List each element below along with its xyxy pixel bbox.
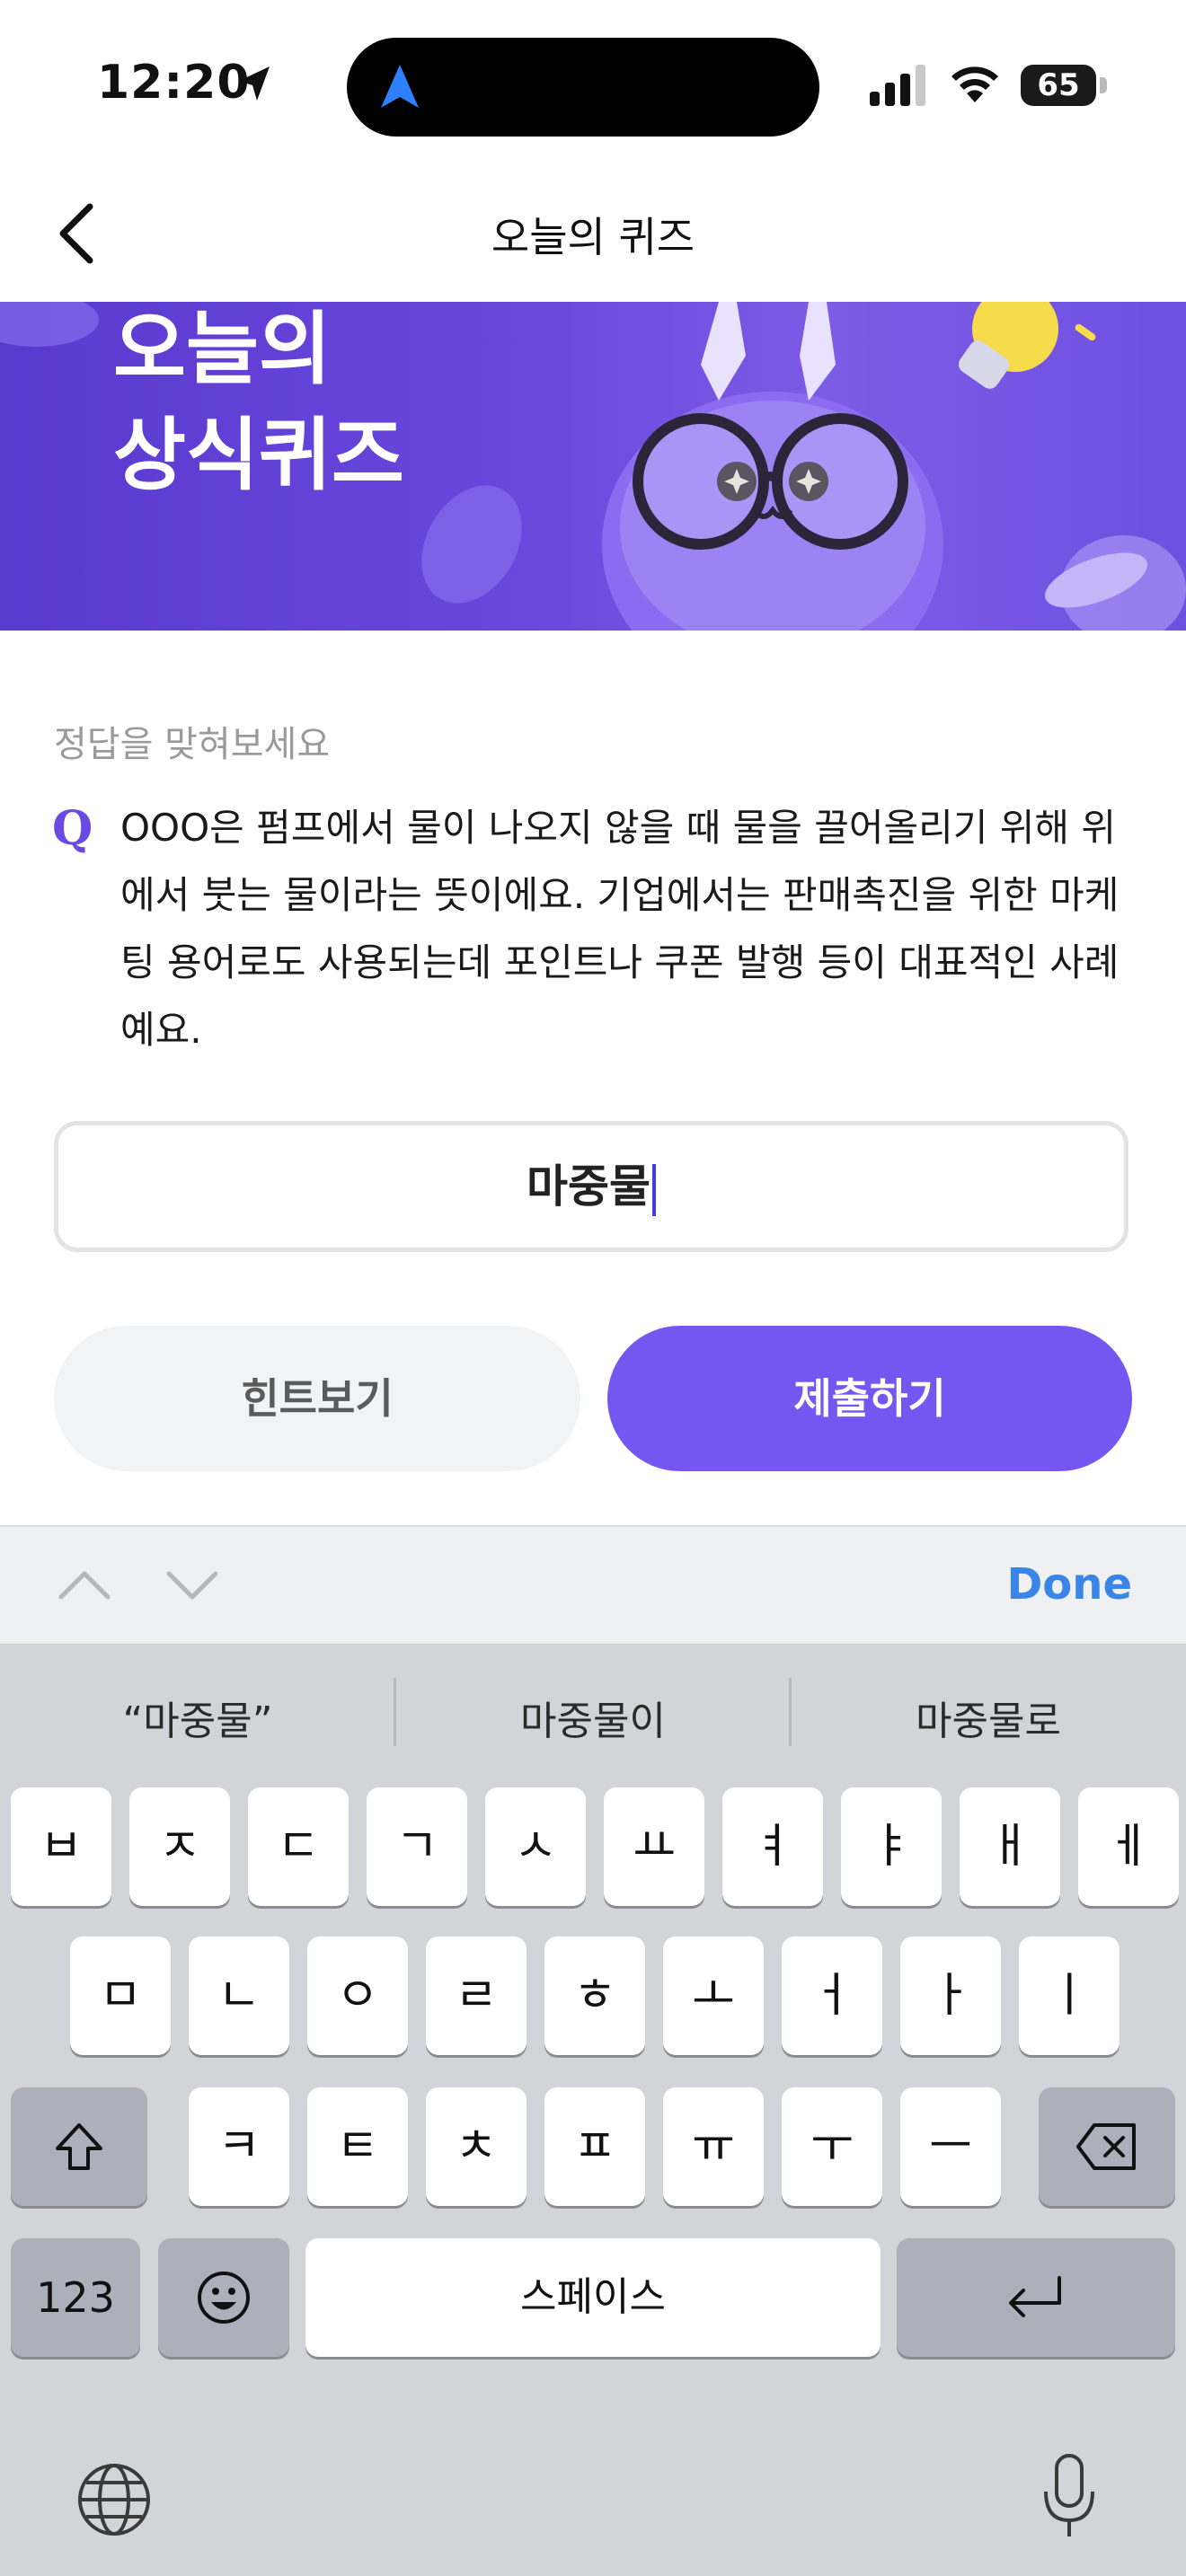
- suggestion-1[interactable]: “마중물”: [0, 1689, 395, 1746]
- answer-value[interactable]: 마중물: [58, 1125, 1124, 1248]
- status-time: 12:20: [97, 56, 251, 110]
- wifi-icon: [951, 66, 998, 102]
- space-key[interactable]: 스페이스: [305, 2238, 881, 2357]
- keyboard-accessory-bar: Done: [0, 1525, 1186, 1645]
- globe-icon[interactable]: [75, 2461, 153, 2538]
- emoji-key[interactable]: [158, 2238, 289, 2357]
- key-row1-6[interactable]: ㅕ: [722, 1787, 823, 1906]
- key-row3-1[interactable]: ㅌ: [307, 2087, 408, 2206]
- key-row1-7[interactable]: ㅑ: [841, 1787, 942, 1906]
- battery-icon: 65: [1021, 65, 1107, 106]
- signal-icon: [870, 65, 925, 106]
- key-row1-2[interactable]: ㄷ: [248, 1787, 349, 1906]
- suggestion-2[interactable]: 마중물이: [395, 1689, 791, 1746]
- key-row3-6[interactable]: ㅡ: [900, 2087, 1001, 2206]
- key-row1-4[interactable]: ㅅ: [485, 1787, 586, 1906]
- key-row3-5[interactable]: ㅜ: [782, 2087, 882, 2206]
- quiz-banner: 오늘의 상식퀴즈: [0, 302, 1186, 631]
- key-row2-5[interactable]: ㅗ: [663, 1936, 764, 2055]
- text-caret: [652, 1163, 656, 1216]
- key-row2-8[interactable]: ㅣ: [1019, 1936, 1120, 2055]
- key-row1-1[interactable]: ㅈ: [129, 1787, 230, 1906]
- key-row1-3[interactable]: ㄱ: [367, 1787, 467, 1906]
- banner-title: 오늘의 상식퀴즈: [113, 303, 404, 501]
- navigation-app-icon: [381, 65, 419, 108]
- key-row1-9[interactable]: ㅔ: [1078, 1787, 1179, 1906]
- hint-button[interactable]: 힌트보기: [54, 1326, 580, 1471]
- return-icon: [1009, 2276, 1061, 2317]
- delete-key[interactable]: [1039, 2087, 1175, 2206]
- battery-level: 65: [1037, 67, 1080, 103]
- key-row3-3[interactable]: ㅍ: [544, 2087, 645, 2206]
- key-row2-6[interactable]: ㅓ: [782, 1936, 882, 2055]
- key-row1-0[interactable]: ㅂ: [11, 1787, 111, 1906]
- instruction-text: 정답을 맞혀보세요: [54, 724, 331, 765]
- emoji-icon: [198, 2272, 250, 2324]
- key-row2-1[interactable]: ㄴ: [189, 1936, 289, 2055]
- key-row2-3[interactable]: ㄹ: [426, 1936, 527, 2055]
- location-arrow-icon: [239, 66, 270, 101]
- key-row3-4[interactable]: ㅠ: [663, 2087, 764, 2206]
- key-row2-2[interactable]: ㅇ: [307, 1936, 408, 2055]
- suggestion-3[interactable]: 마중물로: [791, 1689, 1186, 1746]
- key-row2-0[interactable]: ㅁ: [70, 1936, 171, 2055]
- keyboard: “마중물” 마중물이 마중물로 ㅂㅈㄷㄱㅅㅛㅕㅑㅐㅔ ㅁㄴㅇㄹㅎㅗㅓㅏㅣ ㅋㅌㅊ…: [0, 1644, 1186, 2576]
- return-key[interactable]: [897, 2238, 1175, 2357]
- key-row3-2[interactable]: ㅊ: [426, 2087, 527, 2206]
- question-text: OOO은 펌프에서 물이 나오지 않을 때 물을 끌어올리기 위해 위에서 붓는…: [120, 806, 1120, 1052]
- question-label: Q: [52, 801, 93, 856]
- numbers-key[interactable]: 123: [11, 2238, 140, 2357]
- chevron-up-icon[interactable]: [58, 1563, 111, 1608]
- delete-icon: [1076, 2123, 1136, 2170]
- key-row1-5[interactable]: ㅛ: [604, 1787, 704, 1906]
- shift-icon: [56, 2123, 102, 2170]
- submit-button[interactable]: 제출하기: [607, 1326, 1132, 1471]
- done-button[interactable]: Done: [1006, 1559, 1132, 1610]
- page-title: 오늘의 퀴즈: [491, 213, 695, 261]
- key-row1-8[interactable]: ㅐ: [960, 1787, 1060, 1906]
- microphone-icon[interactable]: [1040, 2452, 1098, 2542]
- chevron-down-icon[interactable]: [165, 1563, 219, 1608]
- shift-key[interactable]: [11, 2087, 147, 2206]
- key-row3-0[interactable]: ㅋ: [189, 2087, 289, 2206]
- key-row2-7[interactable]: ㅏ: [900, 1936, 1001, 2055]
- answer-input[interactable]: 마중물: [54, 1121, 1128, 1252]
- key-row2-4[interactable]: ㅎ: [544, 1936, 645, 2055]
